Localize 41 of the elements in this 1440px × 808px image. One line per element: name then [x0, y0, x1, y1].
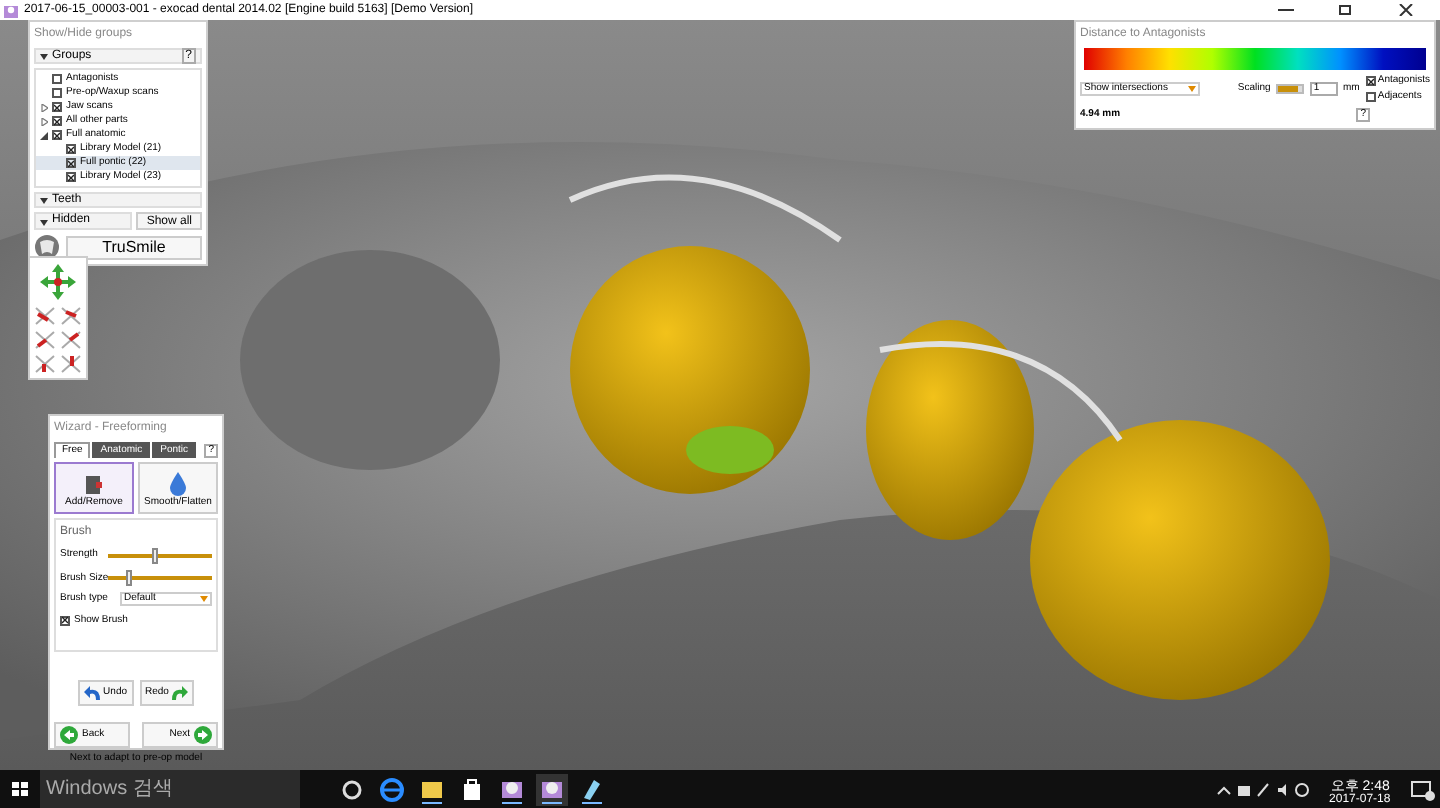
clay-block-icon [84, 471, 104, 495]
checkbox[interactable] [60, 615, 70, 626]
caret-icon [1187, 86, 1196, 92]
slider-thumb[interactable] [152, 547, 159, 564]
checkbox[interactable] [52, 130, 62, 140]
notification-icon[interactable] [1408, 777, 1436, 801]
expand-toggle[interactable] [40, 103, 48, 111]
checkbox[interactable] [66, 158, 76, 168]
view-orientation-icon[interactable] [60, 306, 82, 326]
caret-icon [200, 596, 208, 603]
app-icon[interactable] [536, 773, 568, 805]
checkbox[interactable] [1365, 91, 1376, 102]
back-arrow-icon [60, 726, 78, 744]
slider-track[interactable] [108, 576, 212, 581]
slider-track[interactable] [108, 553, 212, 558]
checkbox[interactable] [52, 116, 62, 126]
checkbox[interactable] [52, 102, 62, 112]
expand-toggle[interactable] [40, 117, 48, 125]
view-orientation-icon[interactable] [34, 306, 56, 326]
next-arrow-icon [194, 726, 212, 744]
checkbox[interactable] [1365, 76, 1376, 87]
view-orientation-icon[interactable] [60, 354, 82, 374]
search-field[interactable]: Windows 검색 [40, 770, 300, 808]
checkbox[interactable] [66, 144, 76, 154]
browser-icon[interactable] [376, 773, 408, 805]
checkbox[interactable] [66, 172, 76, 182]
trusmile-button[interactable]: TruSmile [66, 235, 202, 259]
undo-arrow-icon [83, 684, 102, 702]
scaling-slider-track[interactable] [1276, 84, 1304, 94]
drop-icon [168, 471, 188, 495]
pan-arrows-icon[interactable] [38, 262, 78, 302]
view-orientation-icon[interactable] [34, 330, 56, 350]
caret-icon [40, 217, 48, 225]
view-orientation-icon[interactable] [34, 354, 56, 374]
checkbox[interactable] [52, 88, 62, 98]
view-orientation-icon[interactable] [60, 330, 82, 350]
slider-thumb[interactable] [126, 570, 133, 587]
checkbox[interactable] [52, 74, 62, 84]
redo-arrow-icon [170, 684, 189, 702]
tray-icons[interactable] [1215, 779, 1312, 799]
caret-icon [40, 196, 48, 204]
